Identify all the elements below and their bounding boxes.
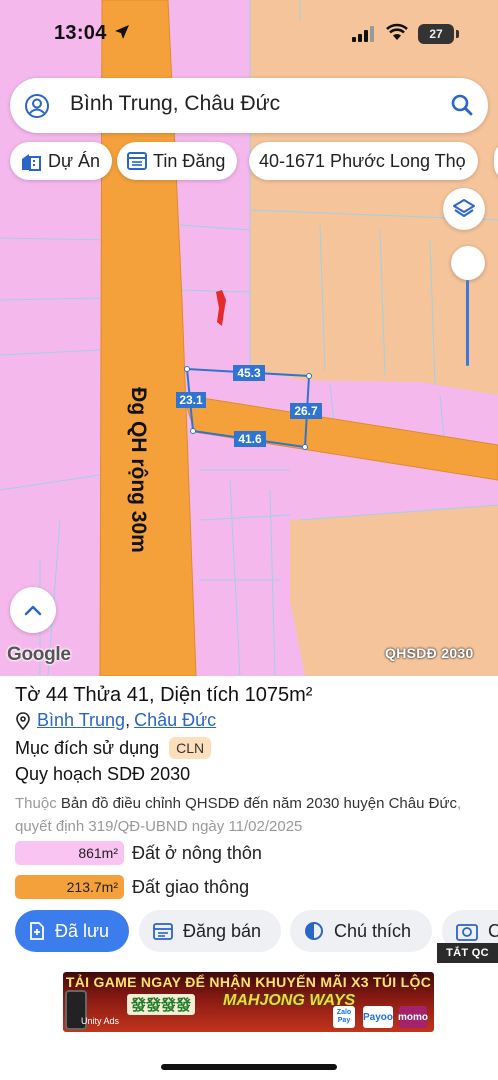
ad-zalo-logo: Zalo Pay <box>333 1006 355 1028</box>
plan-title: Quy hoạch SDĐ 2030 <box>15 764 191 784</box>
battery-indicator: 27 <box>418 24 454 44</box>
ad-unity-label: Unity Ads <box>81 1016 120 1026</box>
ad-momo-logo: momo <box>398 1006 428 1028</box>
contrast-icon <box>305 922 323 940</box>
chip-projects-label: Dự Án <box>48 150 101 171</box>
legend-button[interactable]: Chú thích <box>290 910 432 952</box>
screenshot-button-label: C <box>488 920 498 941</box>
search-icon[interactable] <box>450 93 474 117</box>
expand-button[interactable] <box>10 587 56 633</box>
parcel-info-panel: Tờ 44 Thửa 41, Diện tích 1075m² Bình Tru… <box>0 676 498 966</box>
google-logo: Google <box>7 644 71 665</box>
chip-listings-label: Tin Đăng <box>153 150 226 171</box>
chevron-up-icon <box>24 605 42 616</box>
building-icon <box>22 154 41 171</box>
calendar-icon <box>153 923 173 940</box>
location-arrow-icon <box>115 25 129 39</box>
parcel-location: Bình Trung , Châu Đức <box>15 710 216 731</box>
saved-button[interactable]: Đã lưu <box>15 910 129 952</box>
land-purpose-code: CLN <box>169 737 212 759</box>
saved-document-icon <box>30 922 44 940</box>
chip-parcel-label: 40-1671 Phước Long Thọ <box>259 150 466 171</box>
camera-icon <box>456 924 478 941</box>
location-pin-icon <box>16 711 30 730</box>
location-district-link[interactable]: Châu Đức <box>134 710 216 731</box>
legend-row: 213.7m² Đất giao thông <box>15 875 249 899</box>
battery-tip <box>456 30 459 38</box>
status-bar: 13:04 27 <box>0 0 498 68</box>
wifi-icon <box>386 23 408 40</box>
legend-row: 861m² Đất ở nông thôn <box>15 841 262 865</box>
account-icon[interactable] <box>24 93 50 119</box>
dimension-bottom: 41.6 <box>238 432 262 446</box>
road-label: Đg QH rộng 30m <box>127 387 150 553</box>
dimension-top: 45.3 <box>237 366 261 380</box>
dimension-left: 23.1 <box>179 393 203 407</box>
map-layer-badge: QHSDĐ 2030 <box>385 645 474 661</box>
ad-headline: TẢI GAME NGAY ĐỂ NHẬN KHUYẾN MÃI X3 TÚI … <box>65 974 432 990</box>
home-indicator[interactable] <box>161 1064 337 1070</box>
location-ward-link[interactable]: Bình Trung <box>37 710 125 731</box>
status-time: 13:04 <box>54 22 107 44</box>
opacity-slider-track[interactable] <box>466 280 469 366</box>
legend-area-box: 213.7m² <box>15 875 124 899</box>
parcel-title: Tờ 44 Thửa 41, Diện tích 1075m² <box>15 684 313 706</box>
ad-tiles: 發發發發 <box>127 994 196 1015</box>
plan-desc-main: Bản đồ điều chỉnh QHSDĐ đến năm 2030 huy… <box>60 795 457 812</box>
land-purpose-label: Mục đích sử dụng <box>15 737 160 758</box>
land-purpose: Mục đích sử dụng CLN <box>15 737 212 759</box>
location-separator: , <box>125 710 131 730</box>
layers-icon <box>453 199 475 217</box>
post-sale-label: Đăng bán <box>183 920 262 941</box>
opacity-slider-handle[interactable] <box>451 246 485 280</box>
map-view[interactable]: 45.3 23.1 26.7 41.6 Đg QH rộng 30m 13:04… <box>0 0 498 676</box>
action-buttons: Đã lưu Đăng bán Chú thích C <box>0 910 498 952</box>
post-sale-button[interactable]: Đăng bán <box>139 910 281 952</box>
signal-icon <box>352 26 374 42</box>
plan-description: Thuộc Bản đồ điều chỉnh QHSDĐ đến năm 20… <box>15 792 485 838</box>
search-input[interactable]: Bình Trung, Châu Đức <box>70 92 280 116</box>
plan-desc-prefix: Thuộc <box>15 795 57 812</box>
listing-icon <box>127 152 147 170</box>
chip-projects[interactable]: Dự Án <box>10 142 113 180</box>
ad-banner[interactable]: TẢI GAME NGAY ĐỂ NHẬN KHUYẾN MÃI X3 TÚI … <box>63 972 434 1032</box>
saved-button-label: Đã lưu <box>55 920 110 941</box>
legend-area-box: 861m² <box>15 841 124 865</box>
ad-payoo-logo: Payoo <box>363 1006 393 1028</box>
ad-close-button[interactable]: TẮT QC <box>437 943 498 963</box>
legend-label: Đất giao thông <box>132 876 250 897</box>
chip-parcel[interactable]: 40-1671 Phước Long Thọ <box>249 142 478 180</box>
legend-button-label: Chú thích <box>334 920 412 941</box>
dimension-right: 26.7 <box>294 404 318 418</box>
search-bar[interactable]: Bình Trung, Châu Đức <box>10 78 488 133</box>
layers-button[interactable] <box>443 188 485 230</box>
chip-listings[interactable]: Tin Đăng <box>117 142 238 180</box>
legend-label: Đất ở nông thôn <box>132 842 262 863</box>
